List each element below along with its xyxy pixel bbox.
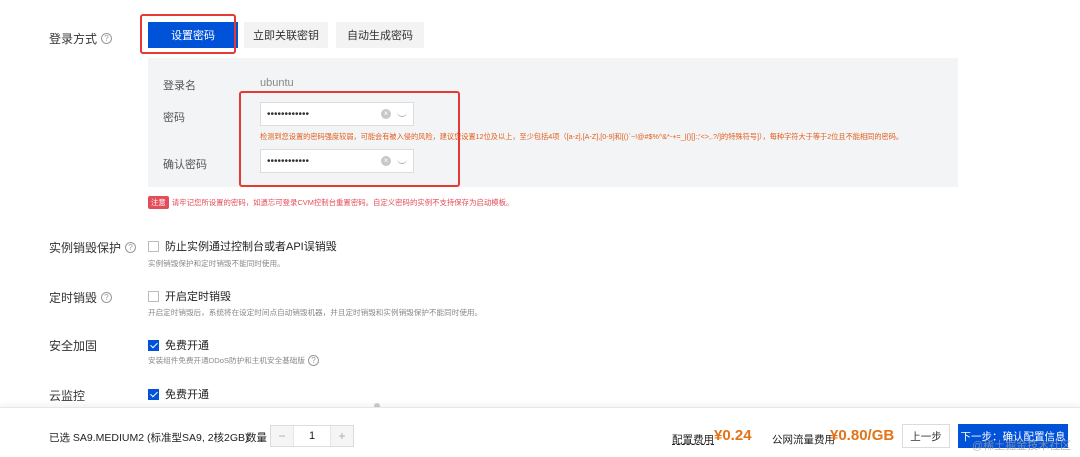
- timed-destroy-checkbox-row[interactable]: 开启定时销毁: [148, 288, 231, 304]
- timed-destroy-checkbox-label: 开启定时销毁: [165, 291, 231, 303]
- eye-closed-icon[interactable]: [397, 158, 407, 164]
- destroy-protect-checkbox-row[interactable]: 防止实例通过控制台或者API误销毁: [148, 238, 337, 254]
- clear-icon[interactable]: ×: [381, 156, 391, 166]
- tab-set-password[interactable]: 设置密码: [148, 22, 238, 48]
- plus-icon[interactable]: +: [331, 426, 353, 446]
- security-desc: 安装组件免费开通DDoS防护和主机安全基础版 ?: [148, 355, 319, 366]
- login-method-label-text: 登录方式: [49, 32, 98, 46]
- quantity-label: 数量: [246, 432, 267, 444]
- login-method-label: 登录方式 ?: [49, 30, 113, 47]
- notice-text: 请牢记您所设置的密码，如遗忘可登录CVM控制台重置密码。自定义密码的实例不支持保…: [171, 198, 514, 207]
- password-input[interactable]: •••••••••••• ×: [260, 102, 414, 126]
- minus-icon[interactable]: −: [271, 426, 293, 446]
- destroy-protect-desc: 实例销毁保护和定时销毁不能同时使用。: [148, 259, 285, 268]
- quantity-value[interactable]: 1: [293, 426, 331, 446]
- config-fee-value: ¥0.24: [714, 427, 752, 444]
- notice-badge: 注意: [148, 196, 169, 209]
- monitor-checkbox-label: 免费开通: [165, 389, 209, 401]
- username-label: 登录名: [163, 80, 196, 92]
- password-value: ••••••••••••: [267, 108, 310, 120]
- tab-auto-password[interactable]: 自动生成密码: [336, 22, 424, 48]
- security-checkbox-label: 免费开通: [165, 340, 209, 352]
- help-icon[interactable]: ?: [101, 33, 113, 44]
- timed-destroy-label-text: 定时销毁: [49, 291, 98, 305]
- confirm-password-input[interactable]: •••••••••••• ×: [260, 149, 414, 173]
- password-strength-warning: 检测到您设置的密码强度较弱，可能会有被入侵的风险，建议您设置12位及以上，至少包…: [260, 132, 904, 141]
- traffic-fee-label: 公网流量费用: [772, 434, 835, 446]
- selected-config: 已选 SA9.MEDIUM2 (标准型SA9, 2核2GB): [49, 432, 249, 444]
- clear-icon[interactable]: ×: [381, 109, 391, 119]
- username-value: ubuntu: [260, 77, 294, 89]
- timed-destroy-checkbox[interactable]: [148, 290, 159, 302]
- config-fee-label[interactable]: 配置费用: [672, 432, 714, 447]
- security-label: 安全加固: [49, 337, 97, 354]
- top-truncated-hint: [148, 0, 548, 5]
- monitor-label-text: 云监控: [49, 389, 86, 403]
- help-icon[interactable]: ?: [307, 355, 319, 366]
- help-icon[interactable]: ?: [101, 292, 113, 303]
- tab-bind-key[interactable]: 立即关联密钥: [244, 22, 328, 48]
- security-checkbox-row[interactable]: 免费开通: [148, 337, 209, 353]
- security-desc-text: 安装组件免费开通DDoS防护和主机安全基础版: [148, 356, 305, 365]
- password-label: 密码: [163, 112, 185, 124]
- prev-button[interactable]: 上一步: [902, 424, 950, 448]
- timed-destroy-label: 定时销毁 ?: [49, 289, 113, 306]
- destroy-protect-label-text: 实例销毁保护: [49, 241, 122, 255]
- eye-closed-icon[interactable]: [397, 111, 407, 117]
- confirm-password-value: ••••••••••••: [267, 155, 310, 167]
- confirm-password-label: 确认密码: [163, 159, 207, 171]
- destroy-protect-checkbox-label: 防止实例通过控制台或者API误销毁: [165, 241, 337, 253]
- monitor-checkbox[interactable]: [148, 388, 159, 400]
- timed-destroy-desc: 开启定时销毁后，系统将在设定时间点自动销毁机器，并且定时销毁和实例销毁保护不能同…: [148, 308, 483, 317]
- watermark: @稀土掘金技术社区: [972, 440, 1072, 452]
- destroy-protect-checkbox[interactable]: [148, 240, 159, 252]
- monitor-checkbox-row[interactable]: 免费开通: [148, 386, 209, 402]
- destroy-protect-label: 实例销毁保护 ?: [49, 239, 137, 256]
- security-label-text: 安全加固: [49, 339, 98, 353]
- quantity-stepper[interactable]: − 1 +: [270, 425, 354, 447]
- help-icon[interactable]: ?: [125, 242, 137, 253]
- security-checkbox[interactable]: [148, 339, 159, 351]
- password-notice: 注意 请牢记您所设置的密码，如遗忘可登录CVM控制台重置密码。自定义密码的实例不…: [148, 196, 513, 209]
- monitor-label: 云监控: [49, 387, 85, 404]
- traffic-fee-value: ¥0.80/GB: [830, 427, 895, 444]
- footer-bar: 已选 SA9.MEDIUM2 (标准型SA9, 2核2GB) 数量 − 1 + …: [0, 407, 1080, 457]
